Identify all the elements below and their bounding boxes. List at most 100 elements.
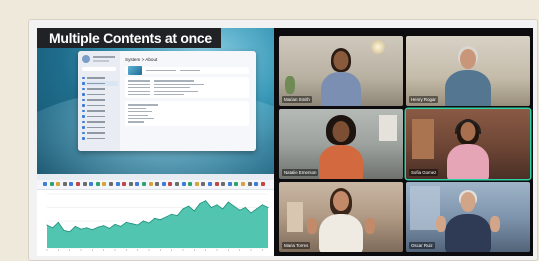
data-point (182, 208, 184, 210)
data-point (114, 223, 116, 225)
data-point (193, 210, 195, 212)
participant-name: Henry Rogar (409, 96, 438, 103)
data-point (120, 225, 122, 227)
toolbar-icon[interactable] (82, 182, 87, 186)
participant-name: Marian Smith (282, 96, 312, 103)
data-point (69, 231, 71, 233)
toolbar-icon[interactable] (56, 182, 61, 186)
data-point (80, 228, 82, 230)
toolbar-icon[interactable] (254, 182, 259, 186)
data-point (176, 215, 178, 217)
toolbar-icon[interactable] (155, 182, 160, 186)
toolbar-icon[interactable] (142, 182, 146, 186)
data-point (205, 200, 207, 202)
data-point (256, 208, 258, 210)
toolbar-icon[interactable] (260, 182, 265, 186)
data-point (57, 221, 59, 223)
nav-item[interactable] (82, 136, 118, 142)
data-point (148, 222, 150, 224)
video-tile[interactable]: Henry Rogar (406, 36, 530, 106)
data-point (239, 209, 241, 211)
toolbar-icon[interactable] (115, 182, 120, 186)
toolbar-icon[interactable] (168, 182, 173, 186)
series-area (47, 200, 268, 248)
data-point (216, 204, 218, 206)
toolbar-icon[interactable] (122, 182, 127, 186)
avatar (82, 55, 90, 63)
toolbar-icon[interactable] (43, 182, 47, 186)
toolbar-icon[interactable] (208, 182, 212, 186)
data-point (199, 202, 201, 204)
toolbar-icon[interactable] (95, 182, 100, 186)
data-point (165, 216, 167, 218)
data-point (233, 205, 235, 207)
data-point (108, 227, 110, 229)
toolbar-icon[interactable] (148, 182, 153, 186)
device-card (125, 66, 249, 76)
headline-banner: Multiple Contents at once (37, 28, 221, 48)
toolbar-icon[interactable] (214, 182, 219, 186)
data-point (210, 207, 212, 208)
data-point (188, 205, 190, 207)
data-point (86, 227, 88, 229)
data-point (267, 207, 269, 208)
related-card (125, 101, 249, 126)
data-point (137, 224, 139, 226)
desktop-share: System > About Multiple Contents at once (37, 28, 274, 174)
toolbar-icon[interactable] (89, 182, 94, 186)
video-tile[interactable]: Natalie Emerson (279, 109, 403, 179)
data-point (52, 227, 54, 229)
window-title: System > About (125, 57, 158, 62)
toolbar-icon[interactable] (69, 182, 74, 186)
settings-nav (82, 75, 118, 141)
video-tile-active[interactable]: Sofia Gomez (406, 109, 530, 179)
data-point (159, 219, 161, 221)
data-point (91, 229, 93, 231)
data-point (250, 212, 252, 214)
video-tile[interactable]: Oscar Ruiz (406, 182, 530, 252)
toolbar-icon[interactable] (201, 182, 206, 186)
profile-email-line (93, 60, 109, 62)
toolbar-icon[interactable] (161, 182, 166, 186)
participant-name: Sofia Gomez (409, 169, 439, 176)
data-point (74, 225, 76, 227)
toolbar-icon[interactable] (76, 182, 80, 186)
settings-content (125, 66, 249, 129)
data-point (125, 221, 127, 223)
participant-name: Oscar Ruiz (409, 242, 435, 249)
settings-window[interactable]: System > About (78, 51, 256, 151)
monitor-screen: System > About Multiple Contents at once… (37, 28, 533, 256)
toolbar-icon[interactable] (62, 182, 67, 186)
toolbar-icon[interactable] (194, 182, 199, 186)
chart-panel (37, 180, 274, 256)
settings-sidebar (78, 51, 120, 151)
toolbar-icon[interactable] (128, 182, 133, 186)
data-point (97, 226, 99, 228)
toolbar-icon[interactable] (247, 182, 252, 186)
spec-card (125, 77, 249, 99)
toolbar-icon[interactable] (49, 182, 54, 186)
data-point (142, 220, 144, 222)
toolbar-icon[interactable] (241, 182, 245, 186)
toolbar-icon[interactable] (175, 182, 179, 186)
video-tile[interactable]: Maria Torres (279, 182, 403, 252)
data-point (154, 217, 156, 219)
data-point (131, 223, 133, 225)
video-tile[interactable]: Marian Smith (279, 36, 403, 106)
toolbar-icon[interactable] (181, 182, 186, 186)
toolbar-icon[interactable] (234, 182, 239, 186)
toolbar-icon[interactable] (102, 182, 107, 186)
area-chart (46, 193, 269, 251)
toolbar-icon[interactable] (109, 182, 113, 186)
toolbar-icon[interactable] (135, 182, 140, 186)
data-point (244, 207, 246, 208)
data-point (103, 225, 105, 227)
toolbar-icon[interactable] (227, 182, 232, 186)
participant-name: Natalie Emerson (282, 169, 319, 176)
data-point (171, 213, 173, 215)
data-point (46, 224, 48, 226)
search-input[interactable] (82, 67, 116, 71)
toolbar-icon[interactable] (188, 182, 193, 186)
data-point (227, 201, 229, 203)
toolbar-icon[interactable] (221, 182, 226, 186)
